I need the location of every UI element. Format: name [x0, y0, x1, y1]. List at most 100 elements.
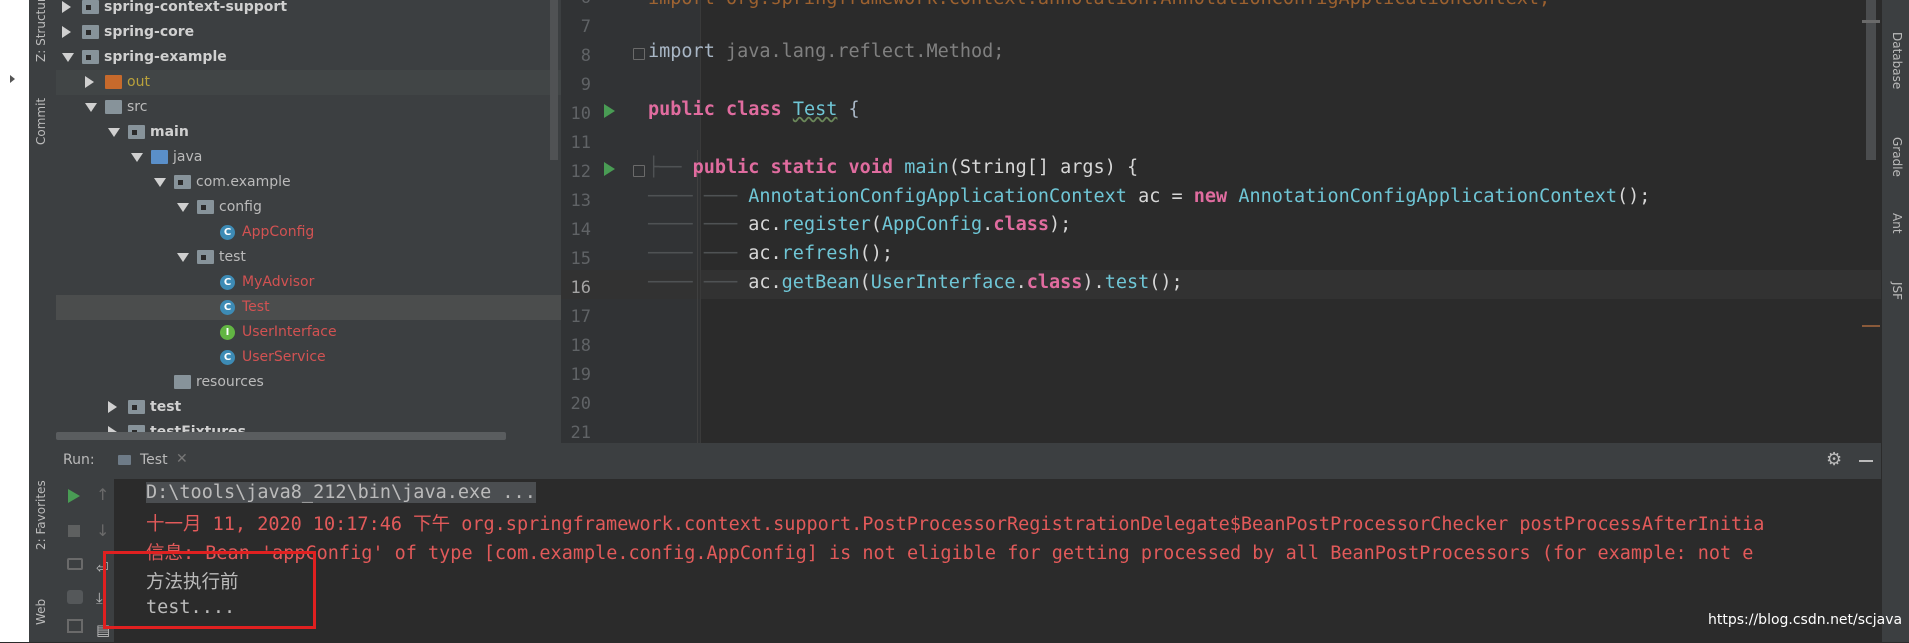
warning-stripe-mark[interactable] [1862, 325, 1880, 327]
tree-row[interactable]: spring-example [56, 45, 561, 70]
tree-row[interactable]: spring-context-support [56, 0, 561, 20]
expand-arrow-icon[interactable] [62, 1, 71, 13]
expand-arrow-icon[interactable] [108, 401, 117, 413]
error-stripe-mark[interactable] [1862, 20, 1880, 23]
tree-row-label: spring-example [104, 49, 227, 65]
code-line-10: public class Test { [648, 99, 860, 120]
tree-row[interactable]: spring-core [56, 20, 561, 45]
collapse-arrow-icon[interactable] [108, 128, 120, 137]
minimize-icon[interactable] [1859, 460, 1873, 462]
java-class-icon: C [220, 275, 235, 290]
tree-row-label: config [219, 199, 262, 215]
tree-row-label: MyAdvisor [242, 274, 315, 290]
commit-tool-button[interactable]: Commit [34, 98, 48, 145]
tree-row-label: UserInterface [242, 324, 337, 340]
collapse-arrow-icon[interactable] [131, 153, 143, 162]
tree-vertical-scrollbar[interactable] [550, 0, 558, 160]
tree-row[interactable]: resources [56, 370, 561, 395]
tree-row-label: Test [242, 299, 270, 315]
line-number: 19 [570, 365, 591, 385]
collapse-arrow-icon[interactable] [177, 253, 189, 262]
tree-row-label: test [150, 399, 182, 415]
module-icon [82, 0, 99, 14]
tree-row[interactable]: C MyAdvisor [56, 270, 561, 295]
stop-icon[interactable] [68, 525, 80, 537]
scroll-to-end-icon[interactable]: ⤓ [96, 589, 103, 607]
tree-row[interactable]: test [56, 395, 561, 420]
tree-row-label: spring-context-support [104, 0, 288, 15]
line-number: 6 [561, 0, 591, 8]
run-tab-test[interactable]: Test [140, 452, 168, 468]
debug-icon[interactable] [67, 590, 83, 604]
settings-gear-icon[interactable]: ⚙ [1826, 449, 1842, 470]
collapse-arrow-icon[interactable] [177, 203, 189, 212]
tree-row-label: resources [196, 374, 264, 390]
run-config-icon [118, 455, 131, 465]
tree-row-label: out [127, 74, 150, 90]
close-tab-icon[interactable]: ✕ [176, 451, 188, 467]
tree-row[interactable]: src [56, 95, 561, 120]
line-number: 12 [570, 162, 591, 182]
module-icon [82, 25, 99, 39]
console-command-line[interactable]: D:\tools\java8_212\bin\java.exe ... [146, 482, 536, 503]
fold-marker-icon[interactable] [633, 48, 645, 60]
tree-row[interactable]: I UserInterface [56, 320, 561, 345]
java-class-icon: C [220, 225, 235, 240]
web-tool-button[interactable]: Web [34, 599, 48, 625]
favorites-tool-button[interactable]: 2: Favorites [34, 480, 48, 550]
gradle-tool-button[interactable]: Gradle [1890, 137, 1904, 177]
right-tool-stripe: Database Gradle Ant JSF [1881, 0, 1909, 642]
code-line-16: ──── ─── ac.getBean(UserInterface.class)… [648, 272, 1183, 293]
tree-row-label: UserService [242, 349, 326, 365]
expand-arrow-icon[interactable] [62, 26, 71, 38]
tree-row[interactable]: C UserService [56, 345, 561, 370]
expand-arrow-icon[interactable] [85, 76, 94, 88]
tree-horizontal-scrollbar[interactable] [56, 432, 506, 440]
editor-vertical-scrollbar[interactable] [1866, 0, 1876, 160]
line-number: 15 [570, 249, 591, 269]
tree-row[interactable]: out [56, 70, 561, 95]
exit-icon[interactable] [67, 619, 83, 633]
run-class-icon[interactable] [604, 104, 615, 118]
ant-tool-button[interactable]: Ant [1890, 213, 1904, 234]
line-number: 13 [570, 191, 591, 211]
run-method-icon[interactable] [604, 162, 615, 176]
collapse-arrow-icon[interactable] [85, 103, 97, 112]
scroll-up-icon[interactable]: ↑ [96, 485, 109, 504]
code-line-13: ──── ─── AnnotationConfigApplicationCont… [648, 186, 1651, 207]
package-icon [197, 250, 214, 264]
java-class-icon: C [220, 300, 235, 315]
jsf-tool-button[interactable]: JSF [1890, 282, 1904, 300]
tree-row[interactable]: C AppConfig [56, 220, 561, 245]
expand-icon[interactable] [10, 75, 15, 83]
java-class-icon: C [220, 350, 235, 365]
tree-row-label: spring-core [104, 24, 195, 40]
tree-row[interactable]: C Test [56, 295, 561, 320]
code-line-6: import org.springframework.context.annot… [648, 0, 1550, 9]
folder-icon [128, 400, 145, 414]
line-number: 7 [580, 17, 591, 37]
line-number: 18 [570, 336, 591, 356]
tree-row[interactable]: config [56, 195, 561, 220]
line-number: 10 [570, 104, 591, 124]
line-number: 16 [570, 278, 591, 298]
scroll-down-icon[interactable]: ↓ [96, 521, 109, 540]
line-number: 8 [580, 46, 591, 66]
watermark: https://blog.csdn.net/scjava [1708, 612, 1903, 628]
rerun-icon[interactable] [68, 489, 80, 503]
console-error-line: 十一月 11, 2020 10:17:46 下午 org.springframe… [146, 514, 1765, 535]
tree-row[interactable]: main [56, 120, 561, 145]
camera-icon[interactable] [67, 558, 83, 570]
collapse-arrow-icon[interactable] [154, 178, 166, 187]
console-error-line: 信息: Bean 'appConfig' of type [com.exampl… [146, 543, 1754, 564]
tree-row[interactable]: test [56, 245, 561, 270]
structure-tool-button[interactable]: Z: Structure [34, 0, 48, 62]
tree-row[interactable]: com.example [56, 170, 561, 195]
fold-marker-icon[interactable] [633, 165, 645, 177]
tree-row[interactable]: java [56, 145, 561, 170]
keyword: import [648, 41, 715, 62]
code-line-8: import java.lang.reflect.Method; [648, 41, 1005, 62]
database-tool-button[interactable]: Database [1890, 32, 1904, 89]
left-tool-stripe: Z: Structure Commit 2: Favorites Web [29, 0, 57, 642]
collapse-arrow-icon[interactable] [62, 53, 74, 62]
